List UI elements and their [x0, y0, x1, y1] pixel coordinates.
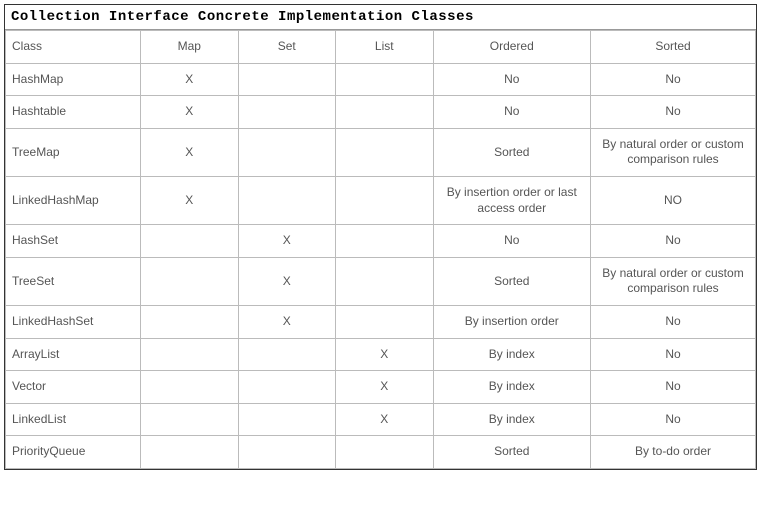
cell-sorted: No [591, 371, 756, 404]
cell-sorted: By natural order or custom comparison ru… [591, 257, 756, 305]
table-row: LinkedHashMap X By insertion order or la… [6, 176, 756, 224]
cell-class: HashSet [6, 225, 141, 258]
cell-set [238, 176, 336, 224]
cell-map [141, 305, 239, 338]
cell-set [238, 338, 336, 371]
cell-map: X [141, 96, 239, 129]
cell-set: X [238, 257, 336, 305]
cell-ordered: By insertion order [433, 305, 591, 338]
cell-ordered: Sorted [433, 257, 591, 305]
cell-sorted: NO [591, 176, 756, 224]
cell-set [238, 436, 336, 469]
cell-sorted: No [591, 225, 756, 258]
cell-sorted: No [591, 63, 756, 96]
cell-list [336, 305, 434, 338]
table-row: Vector X By index No [6, 371, 756, 404]
cell-ordered: No [433, 63, 591, 96]
cell-map: X [141, 128, 239, 176]
collection-table-container: Collection Interface Concrete Implementa… [4, 4, 757, 470]
cell-map [141, 225, 239, 258]
cell-set [238, 63, 336, 96]
table-row: PriorityQueue Sorted By to-do order [6, 436, 756, 469]
cell-list [336, 436, 434, 469]
cell-class: PriorityQueue [6, 436, 141, 469]
table-row: HashSet X No No [6, 225, 756, 258]
collection-table: Class Map Set List Ordered Sorted HashMa… [5, 30, 756, 469]
table-row: TreeSet X Sorted By natural order or cus… [6, 257, 756, 305]
table-body: HashMap X No No Hashtable X No No TreeMa… [6, 63, 756, 468]
cell-set: X [238, 225, 336, 258]
cell-class: ArrayList [6, 338, 141, 371]
col-header-map: Map [141, 31, 239, 64]
cell-map [141, 436, 239, 469]
cell-list [336, 96, 434, 129]
cell-list [336, 225, 434, 258]
cell-class: TreeSet [6, 257, 141, 305]
cell-ordered: By insertion order or last access order [433, 176, 591, 224]
cell-class: HashMap [6, 63, 141, 96]
cell-map [141, 338, 239, 371]
cell-class: LinkedHashSet [6, 305, 141, 338]
cell-map: X [141, 63, 239, 96]
cell-sorted: By to-do order [591, 436, 756, 469]
cell-map [141, 403, 239, 436]
cell-sorted: No [591, 96, 756, 129]
cell-set [238, 96, 336, 129]
col-header-ordered: Ordered [433, 31, 591, 64]
table-row: ArrayList X By index No [6, 338, 756, 371]
cell-list [336, 128, 434, 176]
cell-list [336, 257, 434, 305]
cell-set: X [238, 305, 336, 338]
cell-list: X [336, 403, 434, 436]
cell-class: LinkedList [6, 403, 141, 436]
cell-map: X [141, 176, 239, 224]
cell-ordered: By index [433, 403, 591, 436]
col-header-class: Class [6, 31, 141, 64]
cell-list [336, 176, 434, 224]
cell-ordered: By index [433, 371, 591, 404]
cell-set [238, 371, 336, 404]
table-row: LinkedList X By index No [6, 403, 756, 436]
table-row: TreeMap X Sorted By natural order or cus… [6, 128, 756, 176]
cell-set [238, 403, 336, 436]
table-header-row: Class Map Set List Ordered Sorted [6, 31, 756, 64]
cell-ordered: No [433, 96, 591, 129]
cell-ordered: Sorted [433, 436, 591, 469]
cell-list: X [336, 338, 434, 371]
cell-ordered: No [433, 225, 591, 258]
cell-ordered: Sorted [433, 128, 591, 176]
cell-list [336, 63, 434, 96]
cell-map [141, 257, 239, 305]
col-header-sorted: Sorted [591, 31, 756, 64]
cell-map [141, 371, 239, 404]
cell-sorted: By natural order or custom comparison ru… [591, 128, 756, 176]
cell-class: Vector [6, 371, 141, 404]
table-row: LinkedHashSet X By insertion order No [6, 305, 756, 338]
table-row: HashMap X No No [6, 63, 756, 96]
cell-class: Hashtable [6, 96, 141, 129]
cell-sorted: No [591, 338, 756, 371]
cell-class: TreeMap [6, 128, 141, 176]
table-row: Hashtable X No No [6, 96, 756, 129]
cell-ordered: By index [433, 338, 591, 371]
cell-sorted: No [591, 305, 756, 338]
table-title: Collection Interface Concrete Implementa… [5, 5, 756, 30]
col-header-list: List [336, 31, 434, 64]
col-header-set: Set [238, 31, 336, 64]
cell-class: LinkedHashMap [6, 176, 141, 224]
cell-list: X [336, 371, 434, 404]
cell-sorted: No [591, 403, 756, 436]
cell-set [238, 128, 336, 176]
